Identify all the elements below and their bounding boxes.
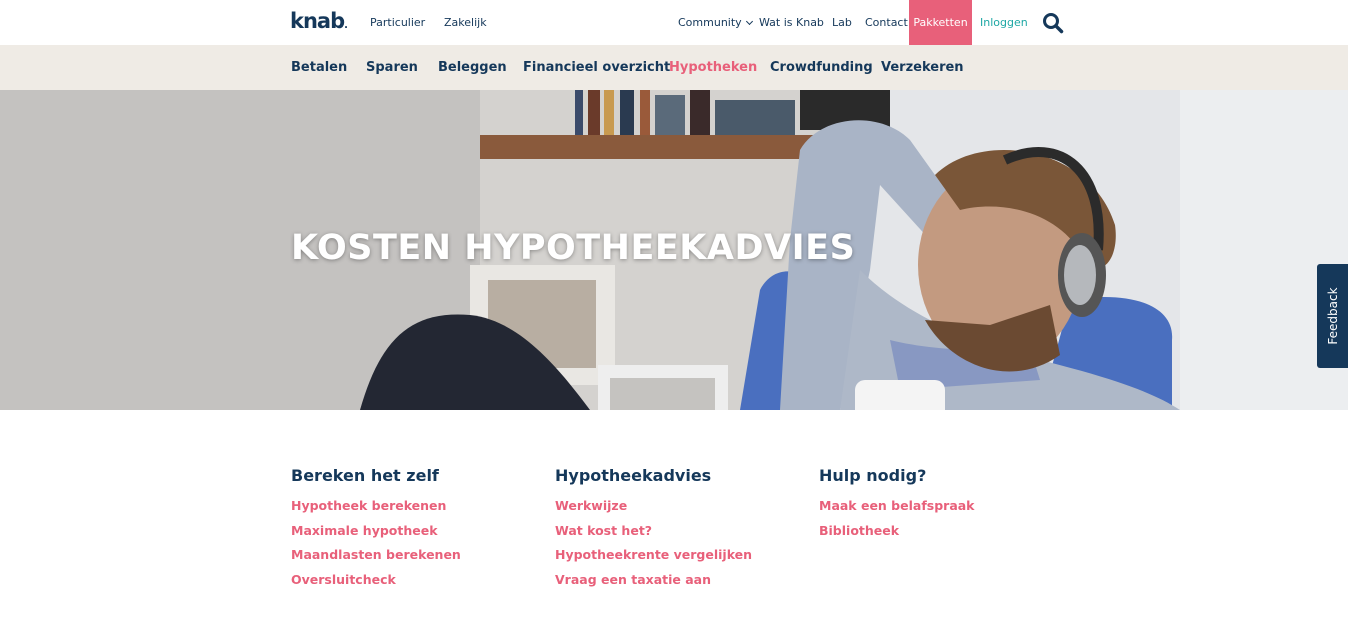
knab-logo[interactable]: knab. <box>290 9 348 33</box>
nav-community-label: Community <box>678 16 742 29</box>
chevron-down-icon <box>745 17 753 26</box>
main-navigation: Betalen Sparen Beleggen Financieel overz… <box>0 45 1348 90</box>
link-oversluitcheck[interactable]: Oversluitcheck <box>291 572 461 597</box>
link-hypotheekrente-vergelijken[interactable]: Hypotheekrente vergelijken <box>555 547 752 572</box>
nav-financieel-overzicht[interactable]: Financieel overzicht <box>523 60 670 75</box>
nav-crowdfunding[interactable]: Crowdfunding <box>770 60 873 75</box>
nav-sparen[interactable]: Sparen <box>366 60 418 75</box>
pakketten-button[interactable]: Pakketten <box>909 0 972 45</box>
link-hypotheek-berekenen[interactable]: Hypotheek berekenen <box>291 498 461 523</box>
link-vraag-een-taxatie-aan[interactable]: Vraag een taxatie aan <box>555 572 752 597</box>
link-werkwijze[interactable]: Werkwijze <box>555 498 752 523</box>
search-icon[interactable] <box>1042 12 1064 34</box>
column-title: Hulp nodig? <box>819 466 927 485</box>
inloggen-link[interactable]: Inloggen <box>980 16 1028 29</box>
nav-lab[interactable]: Lab <box>832 16 852 29</box>
column-title: Hypotheekadvies <box>555 466 712 485</box>
link-maximale-hypotheek[interactable]: Maximale hypotheek <box>291 523 461 548</box>
link-maak-een-belafspraak[interactable]: Maak een belafspraak <box>819 498 975 523</box>
column-hypotheekadvies: Hypotheekadvies Werkwijze Wat kost het? … <box>555 466 752 596</box>
nav-beleggen[interactable]: Beleggen <box>438 60 507 75</box>
hero-banner: KOSTEN HYPOTHEEKADVIES <box>0 90 1348 410</box>
link-wat-kost-het[interactable]: Wat kost het? <box>555 523 752 548</box>
nav-betalen[interactable]: Betalen <box>291 60 347 75</box>
nav-particulier[interactable]: Particulier <box>370 16 425 29</box>
nav-zakelijk[interactable]: Zakelijk <box>444 16 487 29</box>
column-bereken-het-zelf: Bereken het zelf Hypotheek berekenen Max… <box>291 466 461 596</box>
column-title: Bereken het zelf <box>291 466 439 485</box>
nav-hypotheken[interactable]: Hypotheken <box>669 60 757 75</box>
nav-contact[interactable]: Contact <box>865 16 908 29</box>
link-bibliotheek[interactable]: Bibliotheek <box>819 523 975 548</box>
active-nav-indicator <box>697 85 709 90</box>
column-hulp-nodig: Hulp nodig? Maak een belafspraak Bibliot… <box>819 466 975 547</box>
nav-community[interactable]: Community <box>678 16 753 29</box>
top-bar: knab. Particulier Zakelijk Community Wat… <box>0 0 1348 45</box>
nav-wat-is-knab[interactable]: Wat is Knab <box>759 16 824 29</box>
page-title: KOSTEN HYPOTHEEKADVIES <box>291 228 856 268</box>
nav-verzekeren[interactable]: Verzekeren <box>881 60 964 75</box>
feedback-label: Feedback <box>1325 287 1340 345</box>
link-maandlasten-berekenen[interactable]: Maandlasten berekenen <box>291 547 461 572</box>
feedback-tab[interactable]: Feedback <box>1317 264 1348 368</box>
